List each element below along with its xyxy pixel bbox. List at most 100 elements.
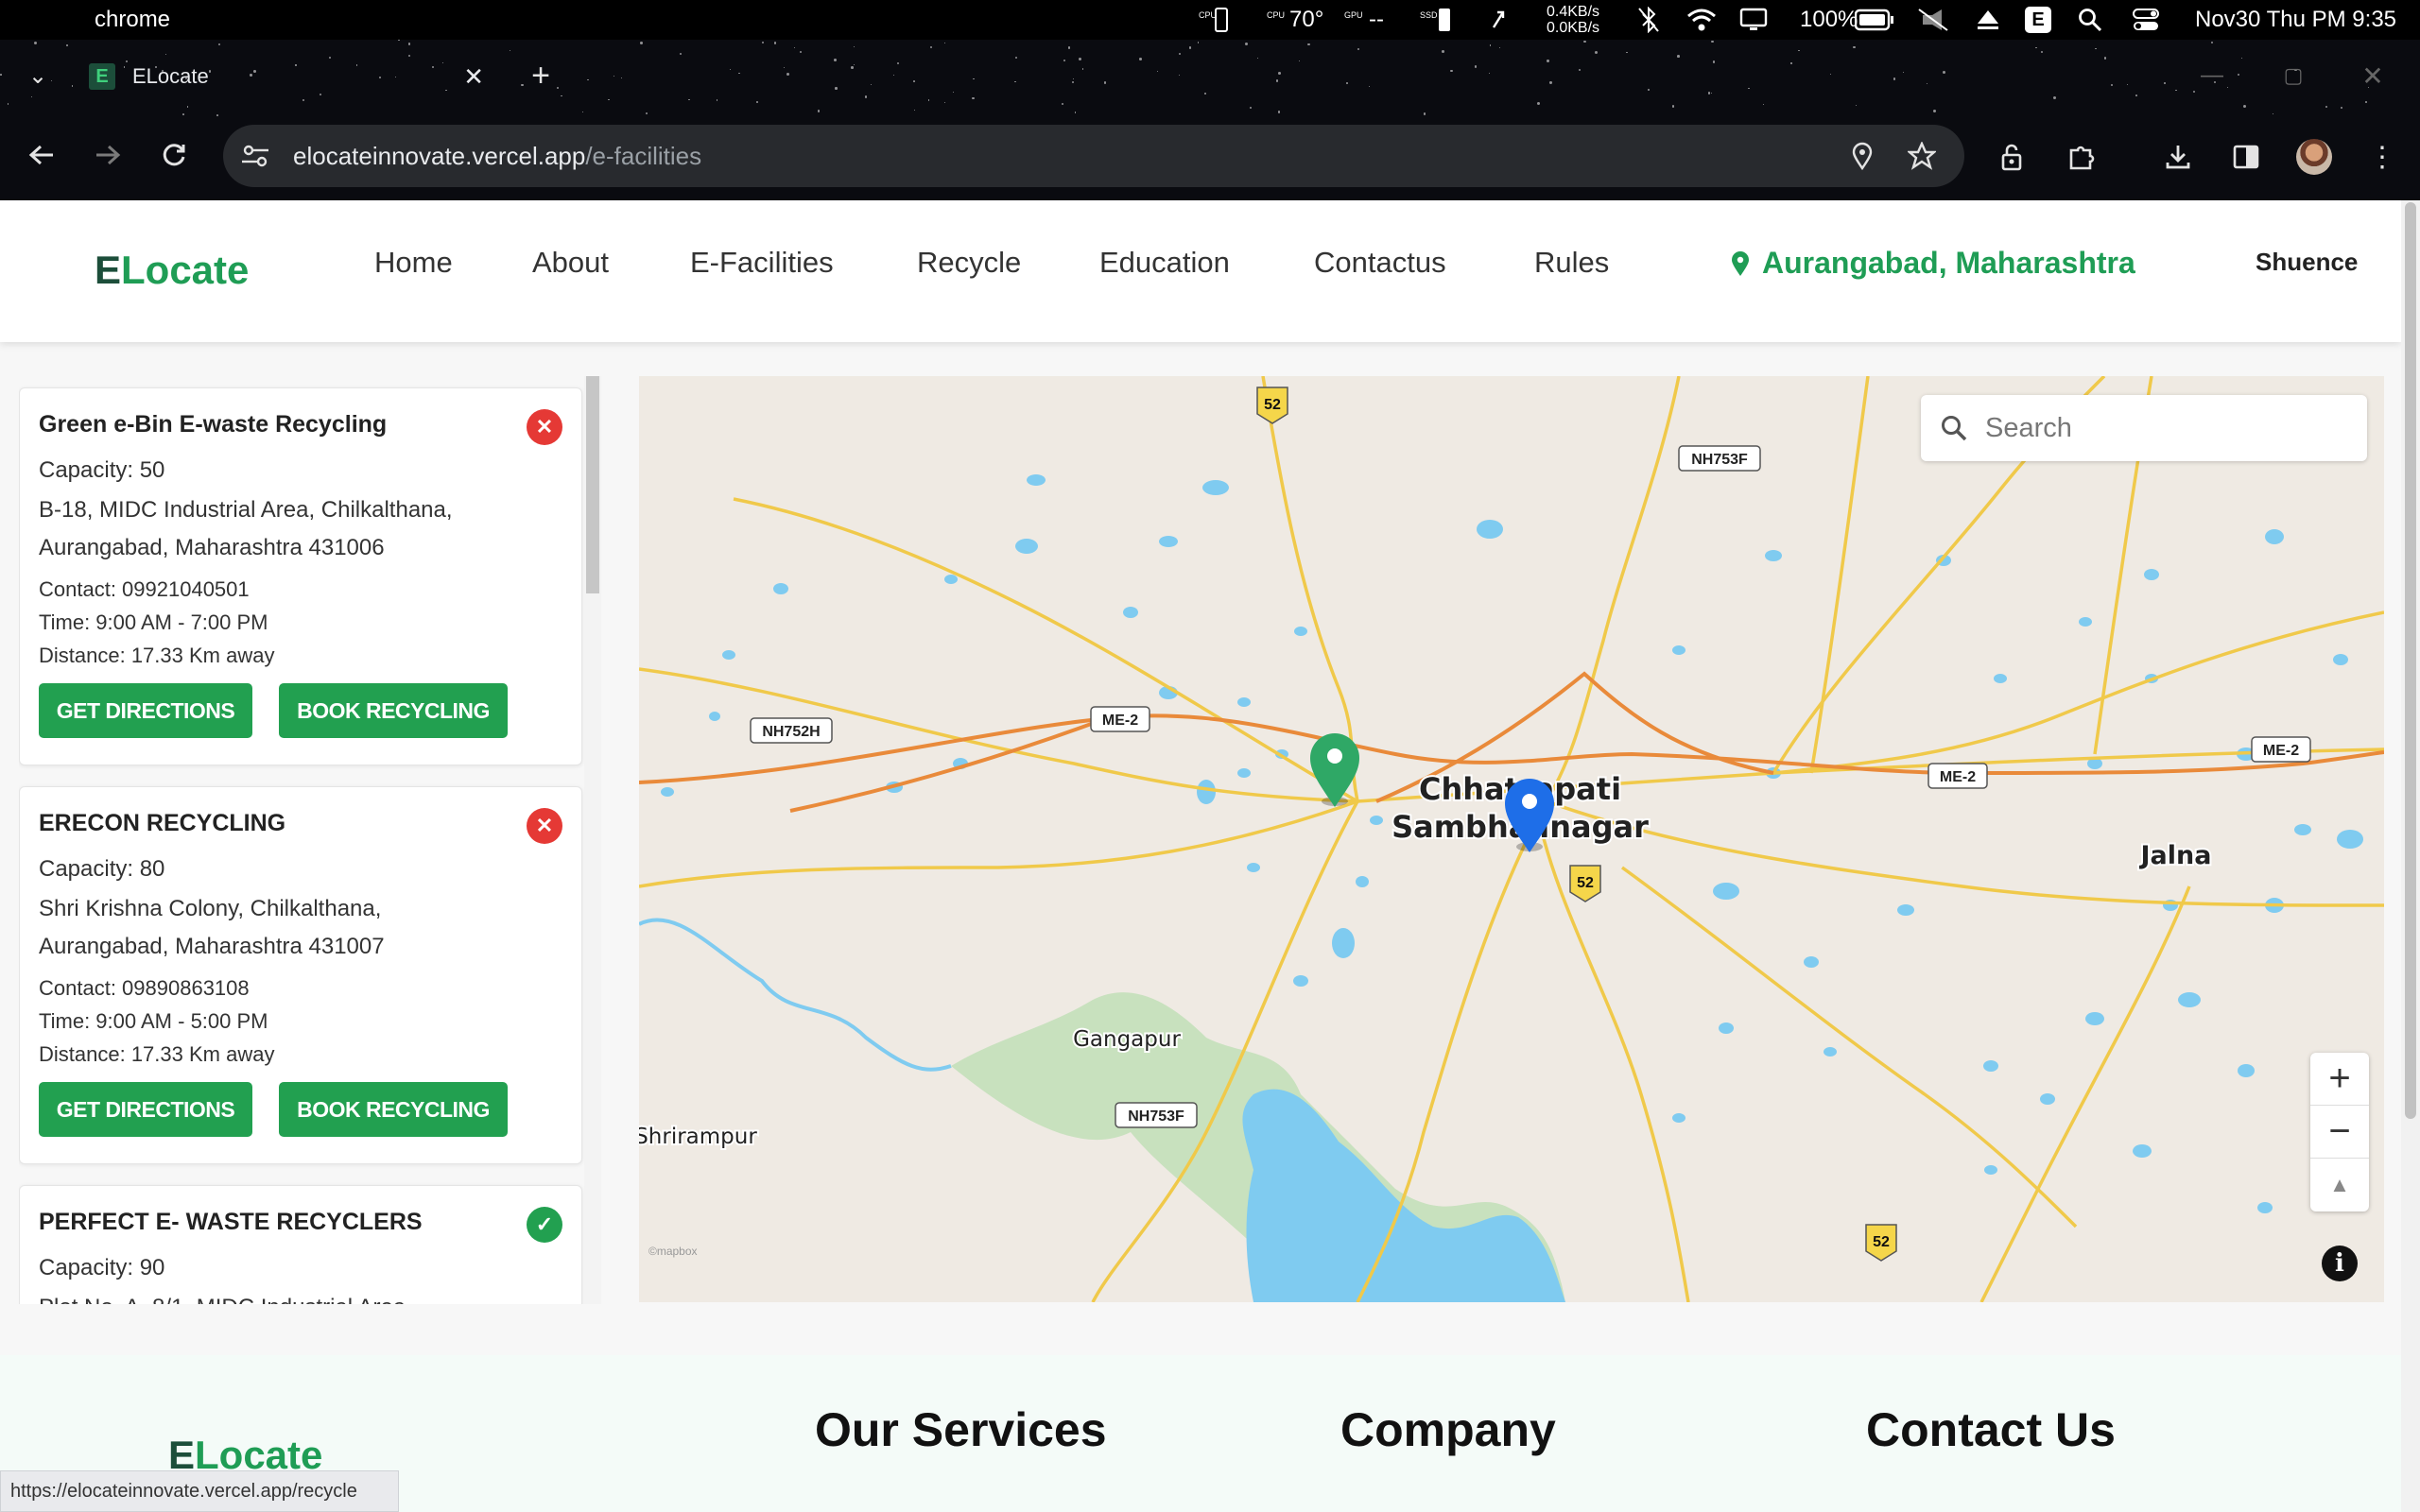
location-pin-icon[interactable] — [1851, 142, 1874, 170]
elocate-logo[interactable]: E Locate — [95, 248, 249, 293]
green-facility-marker-icon[interactable] — [1310, 733, 1359, 807]
elocate-favicon-icon: E — [89, 63, 115, 90]
route-shield-52: 52 — [1256, 387, 1288, 424]
lock-extension-icon[interactable] — [1993, 136, 2034, 178]
window-minimize-icon[interactable]: — — [2193, 57, 2231, 94]
page-scrollbar[interactable] — [2401, 200, 2420, 1512]
facility-distance: Distance: 17.33 Km away — [39, 1042, 275, 1066]
window-close-icon[interactable]: ✕ — [2354, 57, 2392, 94]
facility-address-line1: B-18, MIDC Industrial Area, Chilkalthana… — [39, 497, 453, 523]
facility-card: Green e-Bin E-waste Recycling ✕ Capacity… — [19, 387, 582, 765]
bookmark-star-icon[interactable] — [1908, 142, 1936, 170]
location-label: Aurangabad, Maharashtra — [1762, 246, 2135, 280]
control-center-icon[interactable] — [2133, 0, 2159, 40]
facility-time: Time: 9:00 AM - 7:00 PM — [39, 610, 268, 634]
get-directions-button[interactable]: GET DIRECTIONS — [39, 683, 252, 738]
route-shield-me2: ME-2 — [2251, 736, 2311, 763]
profile-avatar[interactable] — [2293, 136, 2335, 178]
location-pin-icon — [1730, 250, 1751, 277]
route-shield-nh752h: NH752H — [750, 717, 833, 744]
svg-text:NH752H: NH752H — [762, 724, 820, 740]
map-search-box[interactable]: Search — [1921, 395, 2367, 461]
display-icon[interactable] — [1739, 0, 1768, 40]
facility-address-line2: Aurangabad, Maharashtra 431006 — [39, 535, 385, 560]
facility-card: ERECON RECYCLING ✕ Capacity: 80 Shri Kri… — [19, 786, 582, 1164]
route-shield-52: 52 — [1569, 865, 1601, 902]
closed-status-icon: ✕ — [527, 409, 562, 445]
battery-percent: 100% — [1800, 7, 1858, 32]
reload-icon[interactable] — [153, 134, 195, 176]
more-menu-icon[interactable]: ⋮ — [2363, 136, 2401, 178]
menubar-clock[interactable]: Nov30 Thu PM 9:35 — [2195, 0, 2396, 40]
active-app-name[interactable]: chrome — [95, 0, 170, 40]
closed-status-icon: ✕ — [527, 808, 562, 844]
e-app-icon[interactable]: E — [2025, 0, 2051, 40]
facility-time: Time: 9:00 AM - 5:00 PM — [39, 1009, 268, 1033]
zoom-out-button[interactable]: − — [2310, 1106, 2369, 1159]
window-restore-icon[interactable]: ▢ — [2274, 57, 2312, 94]
fan-icon — [1488, 0, 1509, 40]
forward-arrow-icon[interactable] — [87, 134, 129, 176]
book-recycling-button[interactable]: BOOK RECYCLING — [279, 683, 508, 738]
town-label-gangapur: Gangapur — [1073, 1027, 1181, 1052]
book-recycling-button[interactable]: BOOK RECYCLING — [279, 1082, 508, 1137]
url-host: elocateinnovate.vercel.app — [293, 141, 586, 170]
map-search-input[interactable]: Search — [1985, 413, 2072, 444]
user-location[interactable]: Aurangabad, Maharashtra — [1730, 246, 2135, 281]
footer-services-heading: Our Services — [815, 1403, 1107, 1456]
tab-close-icon[interactable]: ✕ — [463, 62, 484, 92]
route-shield-52: 52 — [1865, 1224, 1897, 1262]
side-panel-icon[interactable] — [2225, 136, 2267, 178]
cpu-temp: 70° — [1289, 7, 1324, 32]
facilities-map[interactable]: 52 52 52 NH753F NH753F NH752H ME-2 ME-2 … — [639, 376, 2384, 1302]
town-label-shrirampur: Shrirampur — [639, 1125, 757, 1149]
net-up-speed: 0.4KB/s — [1547, 4, 1600, 20]
nav-about[interactable]: About — [532, 246, 609, 280]
facility-capacity: Capacity: 90 — [39, 1255, 165, 1280]
compass-reset-button[interactable]: ▲ — [2310, 1159, 2369, 1211]
user-name[interactable]: Shuence — [2256, 248, 2358, 277]
svg-text:52: 52 — [1873, 1234, 1890, 1250]
cpu-temp-icon: CPU — [1267, 0, 1286, 40]
open-status-check-icon: ✓ — [527, 1207, 562, 1243]
nav-home[interactable]: Home — [374, 246, 453, 280]
tab-search-chevron-icon[interactable]: ⌄ — [19, 53, 57, 98]
map-info-icon[interactable]: i — [2322, 1246, 2358, 1281]
facility-name: Green e-Bin E-waste Recycling — [39, 411, 388, 438]
map-attribution: ©mapbox — [648, 1245, 698, 1258]
nav-e-facilities[interactable]: E-Facilities — [690, 246, 834, 280]
svg-text:52: 52 — [1577, 875, 1594, 891]
active-tab[interactable]: E ELocate ✕ — [76, 49, 492, 104]
svg-text:ME-2: ME-2 — [2263, 743, 2299, 759]
facility-name: PERFECT E- WASTE RECYCLERS — [39, 1209, 423, 1235]
site-navbar: E Locate Home About E-Facilities Recycle … — [0, 200, 2401, 342]
new-tab-icon[interactable]: + — [522, 57, 560, 94]
spotlight-search-icon[interactable] — [2078, 0, 2102, 40]
mic-off-icon[interactable] — [1917, 0, 1949, 40]
nav-contactus[interactable]: Contactus — [1314, 246, 1446, 280]
site-info-icon[interactable] — [240, 143, 270, 169]
back-arrow-icon[interactable] — [21, 134, 62, 176]
wifi-icon[interactable] — [1686, 0, 1717, 40]
zoom-in-button[interactable]: + — [2310, 1053, 2369, 1106]
browser-toolbar: ⌄ E ELocate ✕ + — ▢ ✕ elocateinnovate.ve… — [0, 40, 2420, 200]
facility-card: PERFECT E- WASTE RECYCLERS ✓ Capacity: 9… — [19, 1185, 582, 1304]
nav-recycle[interactable]: Recycle — [917, 246, 1021, 280]
svg-text:ME-2: ME-2 — [1102, 713, 1138, 729]
address-bar[interactable]: elocateinnovate.vercel.app /e-facilities — [223, 125, 1964, 187]
facility-list-scrollbar[interactable] — [584, 376, 601, 1304]
extensions-puzzle-icon[interactable] — [2061, 136, 2102, 178]
svg-text:ME-2: ME-2 — [1940, 769, 1976, 785]
facility-address-line1: Shri Krishna Colony, Chilkalthana, — [39, 896, 382, 921]
map-canvas[interactable]: 52 52 52 NH753F NH753F NH752H ME-2 ME-2 … — [639, 376, 2384, 1302]
facility-distance: Distance: 17.33 Km away — [39, 644, 275, 667]
bluetooth-off-icon[interactable] — [1637, 0, 1660, 40]
phone-icon: CPU — [1199, 0, 1233, 40]
footer-contact-heading: Contact Us — [1866, 1403, 2116, 1456]
nav-rules[interactable]: Rules — [1534, 246, 1609, 280]
get-directions-button[interactable]: GET DIRECTIONS — [39, 1082, 252, 1137]
download-icon[interactable] — [2157, 136, 2199, 178]
airplay-icon[interactable] — [1976, 0, 2000, 40]
battery-icon[interactable] — [1855, 0, 1894, 40]
nav-education[interactable]: Education — [1099, 246, 1230, 280]
